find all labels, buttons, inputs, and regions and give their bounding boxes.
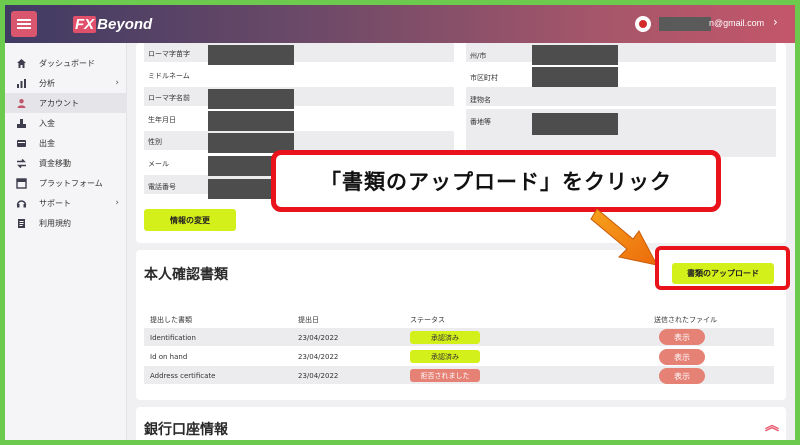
scroll-top-icon[interactable]: ︽ (765, 415, 779, 435)
document-date: 23/04/2022 (298, 353, 339, 361)
redacted-value (208, 89, 294, 109)
platform-icon (15, 177, 27, 189)
field-label: 生年月日 (148, 116, 176, 124)
field-label: ミドルネーム (148, 72, 190, 80)
support-icon (15, 197, 27, 209)
sidebar: ダッシュボード 分析 › アカウント 入金 出金 資金移動 プラットフォーム サ… (5, 43, 127, 440)
terms-icon (15, 217, 27, 229)
row-bg (466, 43, 776, 62)
edit-info-button[interactable]: 情報の変更 (144, 209, 236, 231)
sidebar-item-label: サポート (39, 198, 71, 208)
row-bg (144, 131, 454, 150)
sidebar-item-support[interactable]: サポート › (5, 193, 127, 213)
logo-text: Beyond (97, 15, 153, 33)
user-icon (15, 97, 27, 109)
withdraw-icon (15, 137, 27, 149)
sidebar-item-analysis[interactable]: 分析 › (5, 73, 127, 93)
row-bg (144, 87, 454, 106)
column-header: 提出日 (298, 316, 319, 324)
sidebar-item-label: 分析 (39, 78, 55, 88)
field-label: ローマ字名前 (148, 94, 190, 102)
document-name: Identification (150, 334, 196, 342)
redacted-value (208, 111, 294, 131)
transfer-icon (15, 157, 27, 169)
document-date: 23/04/2022 (298, 334, 339, 342)
row-bg (144, 43, 454, 62)
bank-panel: 銀行口座情報 (136, 407, 786, 440)
sidebar-item-deposit[interactable]: 入金 (5, 113, 127, 133)
document-name: Id on hand (150, 353, 188, 361)
field-label: 電話番号 (148, 183, 176, 191)
documents-title: 本人確認書類 (144, 267, 228, 283)
view-file-button[interactable]: 表示 (659, 329, 705, 345)
sidebar-item-label: 利用規約 (39, 218, 71, 228)
logo[interactable]: FX Beyond (73, 13, 152, 35)
sidebar-item-account[interactable]: アカウント (5, 93, 127, 113)
chevron-right-icon[interactable]: › (773, 15, 778, 29)
sidebar-item-terms[interactable]: 利用規約 (5, 213, 127, 233)
column-header: 送信されたファイル (654, 316, 717, 324)
arrow-icon (590, 208, 658, 266)
column-header: ステータス (410, 316, 445, 324)
field-label: メール (148, 160, 169, 168)
sidebar-item-label: 入金 (39, 118, 55, 128)
deposit-icon (15, 117, 27, 129)
top-bar: FX Beyond n@gmail.com › (5, 5, 795, 43)
redacted-value (208, 45, 294, 65)
field-label: 市区町村 (470, 74, 498, 82)
menu-icon[interactable] (11, 11, 37, 37)
field-label: 性別 (148, 138, 162, 146)
field-label: 建物名 (470, 96, 491, 104)
home-icon (15, 57, 27, 69)
bank-title: 銀行口座情報 (144, 422, 228, 438)
sidebar-item-platform[interactable]: プラットフォーム (5, 173, 127, 193)
sidebar-item-label: ダッシュボード (39, 58, 95, 68)
profile-panel: ローマ字苗字 ミドルネーム ローマ字名前 生年月日 性別 メール 電話番号 州/… (136, 43, 786, 243)
sidebar-item-dashboard[interactable]: ダッシュボード (5, 53, 127, 73)
chevron-right-icon: › (115, 198, 119, 208)
sidebar-item-label: 資金移動 (39, 158, 71, 168)
redacted-value (532, 113, 618, 135)
sidebar-item-label: 出金 (39, 138, 55, 148)
document-name: Address certificate (150, 372, 216, 380)
sidebar-item-withdraw[interactable]: 出金 (5, 133, 127, 153)
view-file-button[interactable]: 表示 (659, 368, 705, 384)
app-window: FX Beyond n@gmail.com › ダッシュボード 分析 › アカウ… (5, 5, 795, 440)
status-badge: 承認済み (410, 331, 480, 344)
redacted-value (532, 45, 618, 65)
sidebar-item-transfer[interactable]: 資金移動 (5, 153, 127, 173)
email-redaction (659, 17, 711, 31)
sidebar-item-label: プラットフォーム (39, 178, 103, 188)
field-label: ローマ字苗字 (148, 50, 190, 58)
sidebar-item-label: アカウント (39, 98, 79, 108)
japan-flag-icon[interactable] (635, 16, 651, 32)
upload-button-highlight (655, 246, 790, 290)
field-label: 番地等 (470, 118, 491, 126)
view-file-button[interactable]: 表示 (659, 349, 705, 365)
logo-mark: FX (73, 15, 97, 33)
user-email[interactable]: n@gmail.com (709, 18, 764, 28)
field-label: 州/市 (470, 52, 487, 60)
chart-icon (15, 77, 27, 89)
status-badge: 拒否されました (410, 369, 480, 382)
redacted-value (532, 67, 618, 87)
column-header: 提出した書類 (150, 316, 192, 324)
status-badge: 承認済み (410, 350, 480, 363)
row-bg (466, 87, 776, 106)
document-date: 23/04/2022 (298, 372, 339, 380)
chevron-right-icon: › (115, 78, 119, 88)
